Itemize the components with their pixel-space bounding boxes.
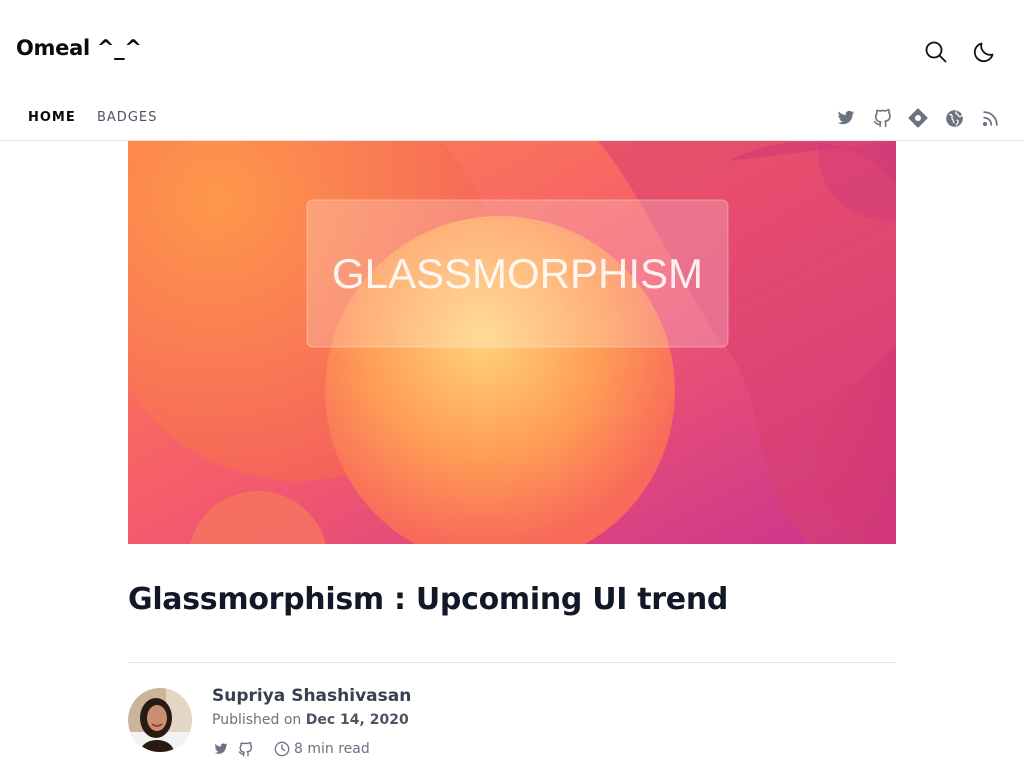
author-name[interactable]: Supriya Shashivasan: [212, 686, 411, 706]
read-time-label: 8 min read: [294, 741, 370, 757]
theme-toggle-button[interactable]: [968, 36, 1000, 68]
search-icon: [925, 41, 947, 63]
read-time: 8 min read: [274, 741, 370, 757]
main-nav: HOME BADGES: [0, 100, 1024, 141]
published-line: Published on Dec 14, 2020: [212, 712, 409, 728]
website-link[interactable]: [944, 108, 964, 128]
search-button[interactable]: [920, 36, 952, 68]
title-divider: [128, 662, 896, 663]
author-meta: 8 min read: [212, 740, 370, 758]
author-avatar[interactable]: [128, 688, 192, 752]
published-date: Dec 14, 2020: [305, 712, 409, 728]
rss-link[interactable]: [980, 108, 1000, 128]
hashnode-icon: [908, 108, 928, 128]
cover-text: GLASSMORPHISM: [332, 250, 703, 297]
github-link[interactable]: [872, 108, 892, 128]
twitter-link[interactable]: [836, 108, 856, 128]
author-twitter-link[interactable]: [212, 740, 230, 758]
globe-icon: [945, 109, 963, 127]
cover-image: GLASSMORPHISM: [128, 141, 896, 544]
twitter-icon: [837, 110, 855, 125]
nav-badges[interactable]: BADGES: [97, 110, 157, 125]
github-icon: [238, 741, 252, 756]
clock-icon: [274, 741, 290, 757]
article-title: Glassmorphism : Upcoming UI trend: [128, 582, 729, 617]
hashnode-link[interactable]: [908, 108, 928, 128]
nav-home[interactable]: HOME: [28, 110, 76, 125]
moon-icon: [973, 42, 994, 63]
rss-icon: [982, 110, 998, 126]
site-header: Omeal ^_^: [0, 0, 1024, 100]
twitter-icon: [214, 743, 228, 754]
published-prefix: Published on: [212, 712, 306, 728]
author-github-link[interactable]: [236, 740, 254, 758]
github-icon: [873, 108, 891, 127]
site-brand[interactable]: Omeal ^_^: [16, 36, 142, 60]
